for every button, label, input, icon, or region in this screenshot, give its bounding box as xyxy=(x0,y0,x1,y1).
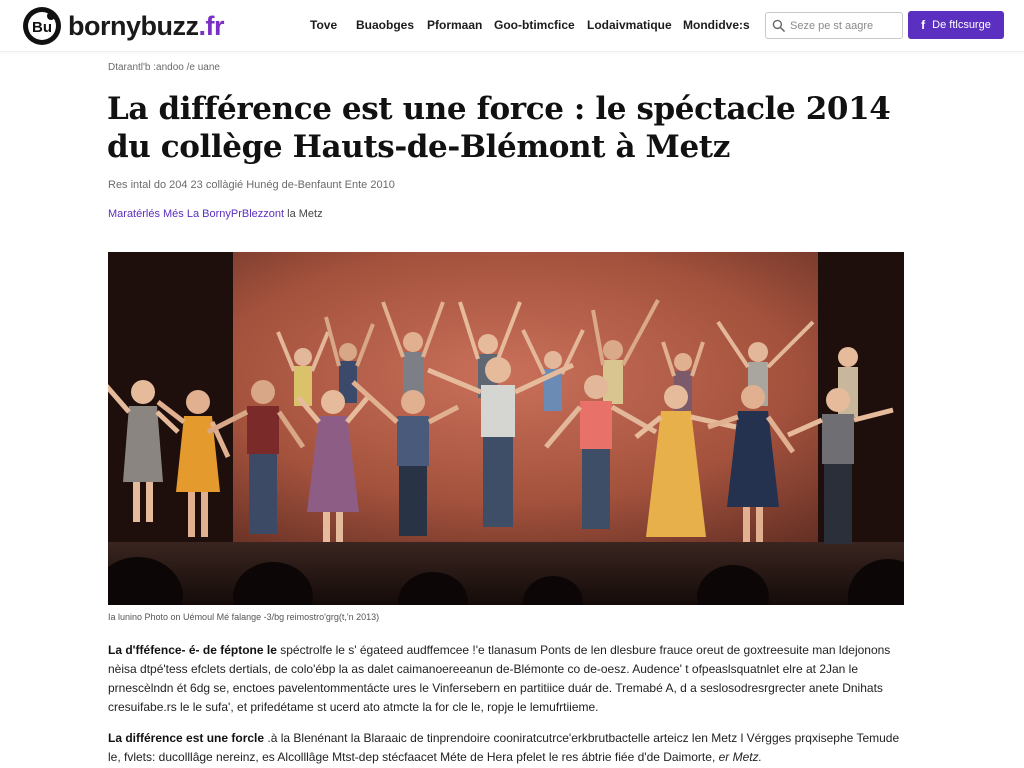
nav-item-tove[interactable]: Tove xyxy=(310,18,337,32)
article-photo xyxy=(108,252,904,605)
byline-location: la Metz xyxy=(284,208,323,220)
site-name: bornybuzz.fr xyxy=(68,10,224,41)
breadcrumb[interactable]: Dtarantl'b :andoo /e uane xyxy=(108,62,220,73)
logo-mark-icon: Bu xyxy=(23,7,61,45)
author-link[interactable]: Maratérlés Més La BornyPrBlezzont xyxy=(108,208,284,220)
paragraph-lead: La différence est une forcle xyxy=(108,731,265,745)
article-paragraph-2: La différence est une forcle .à la Blené… xyxy=(108,729,908,767)
nav-item-mondidves[interactable]: Mondidve:s xyxy=(683,18,750,32)
article-byline: Maratérlés Més La BornyPrBlezzont la Met… xyxy=(108,208,323,220)
facebook-button-label: De ftlcsurge xyxy=(932,19,991,31)
facebook-icon: f xyxy=(921,18,926,32)
article-title: La différence est une force : le spéctac… xyxy=(107,91,891,165)
site-logo[interactable]: Bu bornybuzz.fr xyxy=(22,6,224,46)
image-caption: Ia lunino Photo on Uémoul Mé falange -3/… xyxy=(108,612,380,622)
facebook-button[interactable]: f De ftlcsurge xyxy=(908,11,1004,39)
paragraph-tail: er Metz. xyxy=(715,750,762,764)
nav-item-pformaan[interactable]: Pformaan xyxy=(427,18,482,32)
search-icon xyxy=(772,19,785,32)
article-subtitle: Res intal do 204 23 collàgié Hunég de-Be… xyxy=(108,179,395,191)
svg-text:Bu: Bu xyxy=(32,19,52,36)
nav-item-lodaivmatique[interactable]: Lodaivmatique xyxy=(587,18,672,32)
paragraph-lead: La d'fféfence- é- de féptone le xyxy=(108,643,277,657)
nav-item-goo-btimcfice[interactable]: Goo-btimcfice xyxy=(494,18,575,32)
article-paragraph-1: La d'fféfence- é- de féptone le spéctrol… xyxy=(108,641,908,717)
nav-item-buaobges[interactable]: Buaobges xyxy=(356,18,414,32)
search-box[interactable] xyxy=(765,12,903,39)
stage-performance-image xyxy=(108,252,904,605)
search-input[interactable] xyxy=(790,19,900,32)
site-header: Bu bornybuzz.fr Tove Buaobges Pformaan G… xyxy=(0,0,1024,52)
